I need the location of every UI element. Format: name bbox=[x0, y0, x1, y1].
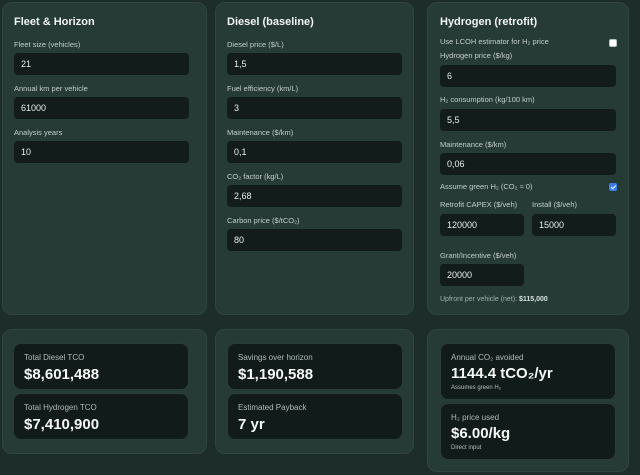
savings-value: $1,190,588 bbox=[238, 366, 314, 383]
fleet-panel: Fleet & Horizon Fleet size (vehicles) An… bbox=[2, 2, 207, 315]
total-hydrogen-tco-value: $7,410,900 bbox=[24, 416, 100, 433]
grant-incentive-input[interactable] bbox=[440, 264, 524, 286]
emissions-results-panel: Annual CO₂ avoided 1144.4 tCO₂/yr Assume… bbox=[427, 329, 629, 472]
upfront-per-vehicle: Upfront per vehicle (net): $115,000 bbox=[440, 296, 548, 303]
hydrogen-price-input[interactable] bbox=[440, 65, 616, 87]
co2-avoided-value: 1144.4 tCO₂/yr bbox=[451, 365, 553, 382]
analysis-years-input[interactable] bbox=[14, 141, 189, 163]
payback-card: Estimated Payback 7 yr bbox=[227, 393, 403, 440]
fleet-panel-title: Fleet & Horizon bbox=[14, 16, 95, 28]
lcoh-estimator-checkbox[interactable] bbox=[609, 39, 617, 47]
carbon-price-input[interactable] bbox=[227, 229, 402, 251]
savings-card: Savings over horizon $1,190,588 bbox=[227, 343, 403, 390]
hydrogen-panel-title: Hydrogen (retrofit) bbox=[440, 16, 538, 28]
fuel-efficiency-label: Fuel efficiency (km/L) bbox=[227, 84, 299, 93]
diesel-maintenance-label: Maintenance ($/km) bbox=[227, 128, 294, 137]
total-hydrogen-tco-card: Total Hydrogen TCO $7,410,900 bbox=[13, 393, 189, 440]
h2-consumption-input[interactable] bbox=[440, 109, 616, 131]
lcoh-estimator-label: Use LCOH estimator for H₂ price bbox=[440, 37, 549, 46]
fleet-size-input[interactable] bbox=[14, 53, 189, 75]
co2-avoided-card: Annual CO₂ avoided 1144.4 tCO₂/yr Assume… bbox=[440, 343, 616, 400]
co2-avoided-label: Annual CO₂ avoided bbox=[451, 353, 524, 362]
diesel-panel: Diesel (baseline) Diesel price ($/L) Fue… bbox=[215, 2, 414, 315]
upfront-value: $115,000 bbox=[519, 296, 548, 303]
payback-label: Estimated Payback bbox=[238, 403, 307, 412]
annual-km-label: Annual km per vehicle bbox=[14, 84, 88, 93]
h2-price-used-value: $6.00/kg bbox=[451, 425, 511, 442]
diesel-maintenance-input[interactable] bbox=[227, 141, 402, 163]
retrofit-capex-input[interactable] bbox=[440, 214, 524, 236]
savings-label: Savings over horizon bbox=[238, 353, 313, 362]
total-hydrogen-tco-label: Total Hydrogen TCO bbox=[24, 403, 97, 412]
total-diesel-tco-card: Total Diesel TCO $8,601,488 bbox=[13, 343, 189, 390]
h2-maintenance-label: Maintenance ($/km) bbox=[440, 140, 507, 149]
total-diesel-tco-label: Total Diesel TCO bbox=[24, 353, 85, 362]
install-label: Install ($/veh) bbox=[532, 200, 578, 209]
savings-results-panel: Savings over horizon $1,190,588 Estimate… bbox=[215, 329, 414, 454]
fuel-efficiency-input[interactable] bbox=[227, 97, 402, 119]
total-diesel-tco-value: $8,601,488 bbox=[24, 366, 100, 383]
carbon-price-label: Carbon price ($/tCO₂) bbox=[227, 216, 300, 225]
green-h2-label: Assume green H₂ (CO₂ ≈ 0) bbox=[440, 182, 533, 191]
co2-factor-input[interactable] bbox=[227, 185, 402, 207]
h2-consumption-label: H₂ consumption (kg/100 km) bbox=[440, 95, 535, 104]
annual-km-input[interactable] bbox=[14, 97, 189, 119]
h2-price-used-note: Direct input bbox=[451, 445, 482, 451]
co2-avoided-note: Assumes green H₂ bbox=[451, 385, 502, 391]
grant-incentive-label: Grant/Incentive ($/veh) bbox=[440, 251, 517, 260]
h2-price-used-card: H₂ price used $6.00/kg Direct input bbox=[440, 403, 616, 460]
retrofit-capex-label: Retrofit CAPEX ($/veh) bbox=[440, 200, 518, 209]
h2-maintenance-input[interactable] bbox=[440, 153, 616, 175]
h2-price-used-label: H₂ price used bbox=[451, 413, 500, 422]
tco-results-panel: Total Diesel TCO $8,601,488 Total Hydrog… bbox=[2, 329, 207, 454]
upfront-label: Upfront per vehicle (net): bbox=[440, 296, 518, 303]
diesel-price-label: Diesel price ($/L) bbox=[227, 40, 284, 49]
payback-value: 7 yr bbox=[238, 416, 265, 433]
diesel-price-input[interactable] bbox=[227, 53, 402, 75]
fleet-size-label: Fleet size (vehicles) bbox=[14, 40, 81, 49]
green-h2-checkbox[interactable] bbox=[609, 183, 617, 191]
analysis-years-label: Analysis years bbox=[14, 128, 63, 137]
hydrogen-price-label: Hydrogen price ($/kg) bbox=[440, 51, 513, 60]
diesel-panel-title: Diesel (baseline) bbox=[227, 16, 314, 28]
co2-factor-label: CO₂ factor (kg/L) bbox=[227, 172, 284, 181]
hydrogen-panel: Hydrogen (retrofit) Use LCOH estimator f… bbox=[427, 2, 629, 315]
install-input[interactable] bbox=[532, 214, 616, 236]
